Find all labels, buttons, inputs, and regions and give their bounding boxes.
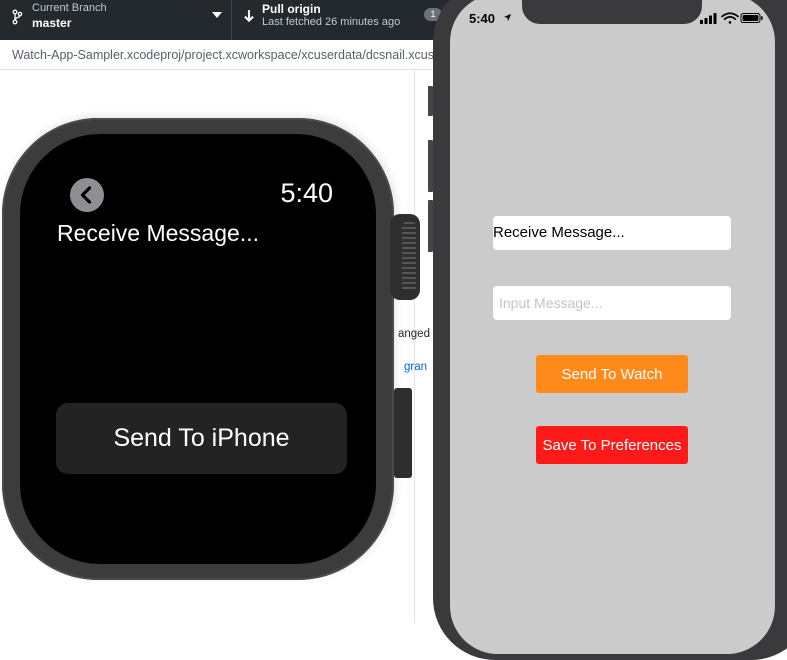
status-icons: [700, 12, 763, 24]
watch-side-button[interactable]: [394, 388, 412, 478]
battery-icon: [740, 13, 763, 23]
git-branch-icon: [12, 9, 23, 25]
arrow-down-icon: [244, 10, 254, 23]
pull-title: Pull origin: [262, 2, 321, 16]
crown-ridges: [402, 222, 416, 292]
wifi-icon: [721, 12, 739, 24]
iphone-notch: [522, 0, 702, 24]
watch-received-message: Receive Message...: [57, 220, 259, 246]
message-input[interactable]: [493, 286, 731, 320]
digital-crown[interactable]: [390, 214, 420, 300]
send-to-watch-button[interactable]: Send To Watch: [536, 355, 688, 393]
chevron-left-icon: [80, 186, 92, 204]
current-branch-caption: Current Branch: [32, 2, 107, 14]
watch-time: 5:40: [280, 178, 333, 208]
back-button[interactable]: [70, 178, 104, 212]
changed-text-fragment: anged: [398, 328, 430, 340]
iphone-screen: [450, 0, 775, 654]
current-branch-name: master: [32, 16, 72, 30]
status-bar-time: 5:40: [469, 11, 496, 26]
pull-subtitle: Last fetched 26 minutes ago: [262, 16, 401, 28]
send-to-iphone-button[interactable]: Send To iPhone: [56, 403, 347, 474]
pane-divider: [414, 70, 415, 623]
pull-origin-button[interactable]: Pull origin Last fetched 26 minutes ago: [233, 0, 433, 40]
current-branch-button[interactable]: Current Branch master: [0, 0, 232, 40]
link-text-fragment[interactable]: gran: [404, 361, 427, 373]
location-arrow-icon: [503, 13, 512, 22]
chevron-down-icon: [212, 12, 222, 18]
signal-icon: [700, 13, 717, 24]
save-to-preferences-button[interactable]: Save To Preferences: [536, 426, 688, 464]
received-message-label: Receive Message...: [493, 216, 731, 250]
